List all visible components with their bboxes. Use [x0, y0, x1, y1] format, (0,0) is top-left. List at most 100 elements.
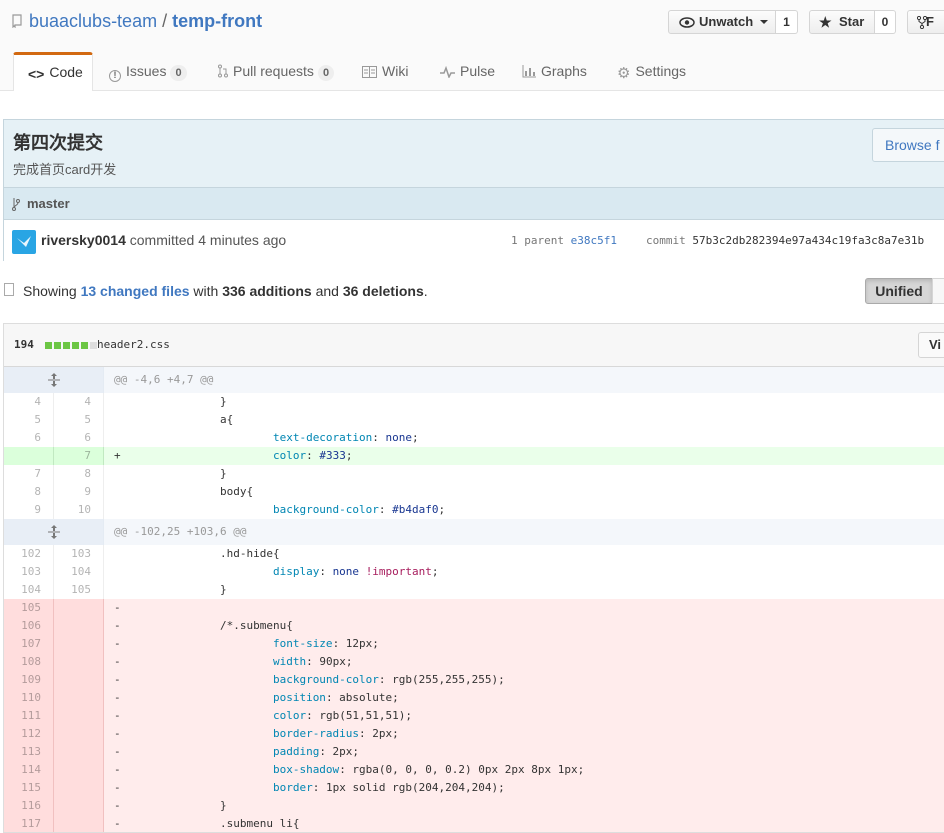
- code-line: + color: #333;: [114, 449, 353, 462]
- new-line-number[interactable]: [54, 743, 104, 761]
- tab-settings[interactable]: ⚙ Settings: [617, 52, 686, 90]
- pull-request-icon: [218, 64, 228, 78]
- new-line-number[interactable]: [54, 599, 104, 617]
- old-line-number[interactable]: 4: [4, 393, 54, 411]
- old-line-number[interactable]: 8: [4, 483, 54, 501]
- period: .: [423, 283, 428, 299]
- old-line-number[interactable]: 5: [4, 411, 54, 429]
- file-name[interactable]: header2.css: [97, 338, 170, 351]
- unwatch-label: Unwatch: [699, 14, 754, 29]
- new-line-number[interactable]: [54, 689, 104, 707]
- tab-issues[interactable]: ! Issues 0: [109, 52, 187, 90]
- fork-button[interactable]: F: [907, 10, 944, 34]
- avatar[interactable]: [12, 230, 36, 254]
- parent-sha-link[interactable]: e38c5f1: [571, 234, 617, 247]
- repo-title: buaaclubs-team / temp-front: [12, 11, 262, 32]
- watchers-count[interactable]: 1: [776, 10, 798, 34]
- new-line-number[interactable]: 8: [54, 465, 104, 483]
- view-file-button[interactable]: Vi: [918, 332, 944, 358]
- new-line-number[interactable]: [54, 635, 104, 653]
- deleted-line-row: 114 - box-shadow: rgba(0, 0, 0, 0.2) 0px …: [4, 761, 944, 779]
- old-line-number[interactable]: 9: [4, 501, 54, 519]
- added-line-row: 7 + color: #333;: [4, 447, 944, 465]
- tab-settings-label: Settings: [635, 63, 687, 79]
- split-view-button[interactable]: [932, 278, 944, 304]
- code-line: - border-radius: 2px;: [114, 727, 399, 740]
- old-line-number[interactable]: 111: [4, 707, 54, 725]
- expand-hunk-button[interactable]: [4, 367, 104, 393]
- new-line-number[interactable]: [54, 725, 104, 743]
- new-line-number[interactable]: 9: [54, 483, 104, 501]
- old-line-number[interactable]: 102: [4, 545, 54, 563]
- stars-count[interactable]: 0: [875, 10, 896, 34]
- new-line-number[interactable]: [54, 815, 104, 832]
- deleted-line-row: 115 - border: 1px solid rgb(204,204,204);: [4, 779, 944, 797]
- repo-name-link[interactable]: temp-front: [172, 11, 262, 31]
- old-line-number[interactable]: 110: [4, 689, 54, 707]
- new-line-number[interactable]: [54, 707, 104, 725]
- new-line-number[interactable]: 103: [54, 545, 104, 563]
- old-line-number[interactable]: 6: [4, 429, 54, 447]
- commit-sha[interactable]: 57b3c2db282394e97a434c19fa3c8a7e31b: [692, 234, 924, 247]
- hunk-header-row: @@ -102,25 +103,6 @@: [4, 519, 944, 545]
- code-line: a{: [114, 413, 234, 426]
- deleted-line-row: 105 -: [4, 599, 944, 617]
- old-line-number[interactable]: 109: [4, 671, 54, 689]
- tab-pull-requests[interactable]: Pull requests 0: [218, 52, 335, 90]
- new-line-number[interactable]: 4: [54, 393, 104, 411]
- file-diff-icon: [4, 283, 14, 296]
- changed-files-link[interactable]: 13 changed files: [81, 283, 190, 299]
- old-line-number[interactable]: [4, 447, 54, 465]
- old-line-number[interactable]: 113: [4, 743, 54, 761]
- old-line-number[interactable]: 105: [4, 599, 54, 617]
- code-line: - background-color: rgb(255,255,255);: [114, 673, 505, 686]
- old-line-number[interactable]: 108: [4, 653, 54, 671]
- tab-code[interactable]: <> Code: [13, 52, 93, 91]
- repo-owner-link[interactable]: buaaclubs-team: [29, 11, 157, 31]
- new-line-number[interactable]: 7: [54, 447, 104, 465]
- star-button[interactable]: ★ Star: [809, 10, 875, 34]
- old-line-number[interactable]: 115: [4, 779, 54, 797]
- new-line-number[interactable]: [54, 671, 104, 689]
- tab-wiki[interactable]: Wiki: [362, 52, 408, 90]
- new-line-number[interactable]: 104: [54, 563, 104, 581]
- code-line: }: [114, 395, 227, 408]
- new-line-number[interactable]: [54, 653, 104, 671]
- star-icon: ★: [819, 14, 832, 30]
- old-line-number[interactable]: 107: [4, 635, 54, 653]
- new-line-number[interactable]: 5: [54, 411, 104, 429]
- code-line: }: [114, 467, 227, 480]
- author-link[interactable]: riversky0014: [41, 232, 126, 248]
- book-icon: [362, 66, 377, 78]
- new-line-number[interactable]: 6: [54, 429, 104, 447]
- old-line-number[interactable]: 112: [4, 725, 54, 743]
- new-line-number[interactable]: [54, 797, 104, 815]
- showing-label: Showing: [23, 283, 77, 299]
- old-line-number[interactable]: 103: [4, 563, 54, 581]
- new-line-number[interactable]: [54, 779, 104, 797]
- new-line-number[interactable]: 10: [54, 501, 104, 519]
- old-line-number[interactable]: 114: [4, 761, 54, 779]
- new-line-number[interactable]: 105: [54, 581, 104, 599]
- repo-header: buaaclubs-team / temp-front Unwatch 1 ★ St…: [0, 0, 944, 91]
- old-line-number[interactable]: 104: [4, 581, 54, 599]
- deleted-line-row: 112 - border-radius: 2px;: [4, 725, 944, 743]
- unified-view-button[interactable]: Unified: [865, 278, 933, 304]
- old-line-number[interactable]: 106: [4, 617, 54, 635]
- unwatch-button[interactable]: Unwatch: [668, 10, 776, 34]
- old-line-number[interactable]: 117: [4, 815, 54, 832]
- branch-name[interactable]: master: [27, 196, 70, 211]
- code-line: - position: absolute;: [114, 691, 399, 704]
- tab-pulse[interactable]: Pulse: [440, 52, 495, 90]
- old-line-number[interactable]: 116: [4, 797, 54, 815]
- browse-files-button[interactable]: Browse f: [872, 128, 944, 162]
- new-line-number[interactable]: [54, 761, 104, 779]
- tab-graphs[interactable]: Graphs: [522, 52, 587, 90]
- code-line: - padding: 2px;: [114, 745, 360, 758]
- expand-hunk-button[interactable]: [4, 519, 104, 545]
- commit-title: 第四次提交: [13, 133, 103, 153]
- old-line-number[interactable]: 7: [4, 465, 54, 483]
- pulse-icon: [440, 66, 455, 78]
- commit-description: 完成首页card开发: [13, 162, 117, 177]
- new-line-number[interactable]: [54, 617, 104, 635]
